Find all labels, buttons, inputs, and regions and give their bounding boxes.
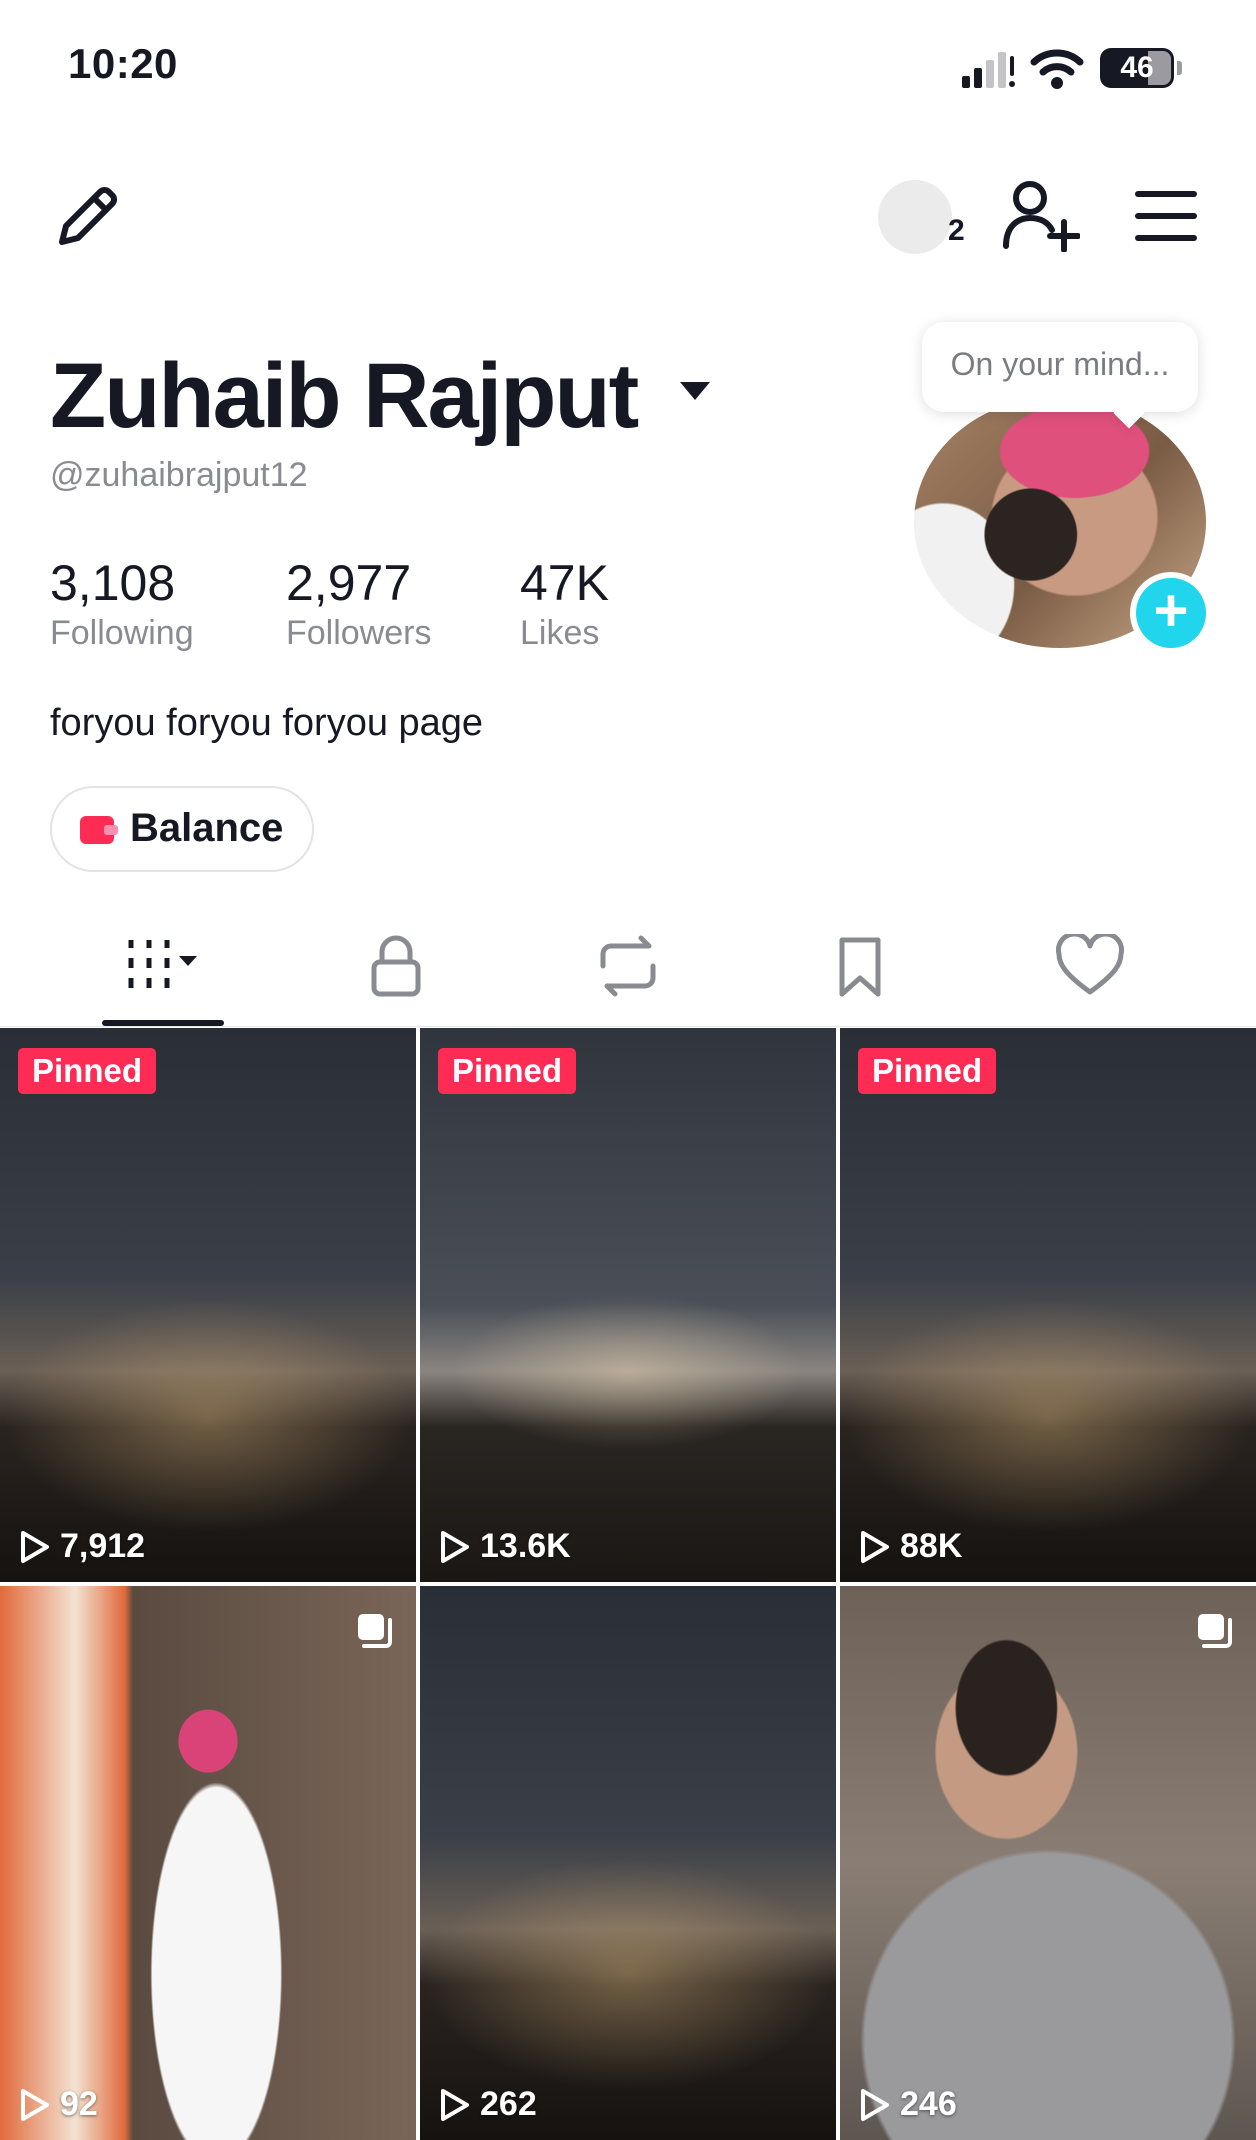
video-tile[interactable]: 262 bbox=[420, 1586, 836, 2140]
play-icon bbox=[21, 1530, 49, 1563]
battery-level: 46 bbox=[1120, 51, 1154, 84]
multi-image-icon bbox=[1198, 1614, 1232, 1648]
story-count: 2 bbox=[948, 214, 965, 247]
followers-count[interactable]: 2,977 bbox=[286, 554, 411, 612]
view-count: 88K bbox=[860, 1527, 962, 1566]
wifi-icon bbox=[1030, 49, 1084, 89]
bookmark-icon bbox=[839, 937, 881, 997]
play-icon bbox=[861, 2088, 889, 2121]
tab-reposts[interactable] bbox=[512, 930, 744, 1020]
balance-button[interactable]: Balance bbox=[50, 786, 314, 872]
pinned-badge: Pinned bbox=[438, 1048, 577, 1094]
view-count: 262 bbox=[440, 2085, 537, 2124]
edit-pencil-icon[interactable] bbox=[52, 180, 124, 252]
video-tile[interactable]: Pinned 7,912 bbox=[0, 1028, 416, 1582]
following-count[interactable]: 3,108 bbox=[50, 554, 175, 612]
tab-private[interactable] bbox=[280, 930, 512, 1020]
signal-icon bbox=[962, 52, 1015, 88]
likes-label[interactable]: Likes bbox=[520, 614, 599, 653]
tabs-divider bbox=[0, 1026, 1256, 1027]
note-bubble[interactable]: On your mind... bbox=[922, 322, 1198, 429]
following-label[interactable]: Following bbox=[50, 614, 194, 653]
profile-handle: @zuhaibrajput12 bbox=[50, 456, 308, 494]
repost-icon bbox=[600, 935, 656, 997]
tab-liked[interactable] bbox=[974, 930, 1206, 1020]
lock-icon bbox=[371, 935, 421, 997]
caret-down-icon[interactable] bbox=[678, 380, 712, 402]
view-count: 246 bbox=[860, 2085, 957, 2124]
tab-videos[interactable] bbox=[48, 930, 280, 1020]
plus-icon: + bbox=[1136, 578, 1206, 648]
view-count: 92 bbox=[20, 2085, 98, 2124]
pinned-badge: Pinned bbox=[18, 1048, 157, 1094]
tab-favorites[interactable] bbox=[744, 930, 976, 1020]
note-bubble-text: On your mind... bbox=[950, 346, 1170, 382]
menu-icon[interactable] bbox=[1134, 188, 1198, 244]
view-count-value: 88K bbox=[900, 1527, 963, 1565]
multi-image-icon bbox=[358, 1614, 392, 1648]
add-story-button[interactable]: + bbox=[1130, 572, 1212, 654]
add-friend-icon[interactable] bbox=[1000, 180, 1080, 252]
view-count: 13.6K bbox=[440, 1527, 571, 1566]
wallet-icon bbox=[80, 816, 118, 844]
battery-icon: 46 bbox=[1100, 48, 1184, 90]
likes-count[interactable]: 47K bbox=[520, 554, 609, 612]
play-icon bbox=[441, 2088, 469, 2121]
view-count-value: 92 bbox=[60, 2085, 98, 2123]
view-count-value: 7,912 bbox=[60, 1527, 146, 1565]
view-count-value: 13.6K bbox=[480, 1527, 571, 1565]
story-avatar[interactable] bbox=[878, 180, 952, 254]
status-time: 10:20 bbox=[68, 40, 178, 87]
play-icon bbox=[21, 2088, 49, 2121]
pinned-badge: Pinned bbox=[858, 1048, 997, 1094]
profile-bio: foryou foryou foryou page bbox=[50, 702, 484, 744]
balance-label: Balance bbox=[130, 806, 284, 850]
followers-label[interactable]: Followers bbox=[286, 614, 431, 653]
view-count-value: 262 bbox=[480, 2085, 537, 2123]
video-tile[interactable]: Pinned 13.6K bbox=[420, 1028, 836, 1582]
play-icon bbox=[441, 1530, 469, 1563]
view-count: 7,912 bbox=[20, 1527, 145, 1566]
play-icon bbox=[861, 1530, 889, 1563]
video-tile[interactable]: 246 bbox=[840, 1586, 1256, 2140]
heart-icon bbox=[1056, 934, 1124, 995]
video-tile[interactable]: Pinned 88K bbox=[840, 1028, 1256, 1582]
grid-icon bbox=[128, 940, 197, 988]
profile-name[interactable]: Zuhaib Rajput bbox=[50, 344, 639, 449]
video-tile[interactable]: 92 bbox=[0, 1586, 416, 2140]
view-count-value: 246 bbox=[900, 2085, 957, 2123]
